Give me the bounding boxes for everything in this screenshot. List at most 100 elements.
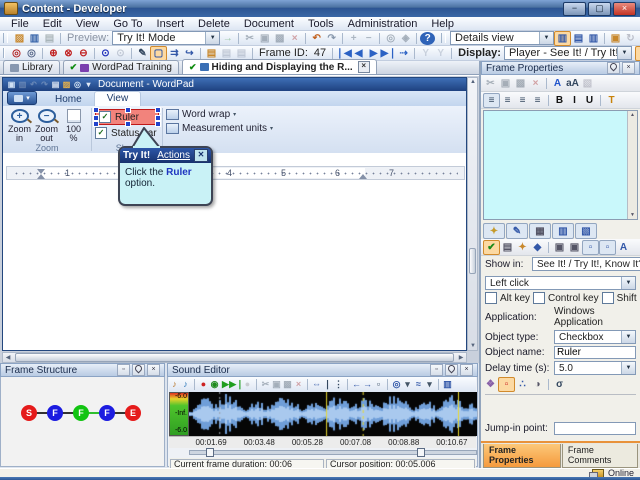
- zoom-100-button[interactable]: 100 %: [60, 108, 87, 143]
- bubble-size1-icon[interactable]: ▫: [582, 239, 599, 255]
- click-type-combo[interactable]: Left click ▼: [485, 276, 636, 290]
- close-icon[interactable]: ×: [147, 364, 160, 376]
- go-start-icon[interactable]: ←: [351, 378, 362, 391]
- checkbox-box[interactable]: [533, 292, 546, 304]
- menu-item-insert[interactable]: Insert: [150, 18, 192, 30]
- menu-item-help[interactable]: Help: [424, 18, 461, 30]
- redo-icon[interactable]: ↷: [324, 32, 339, 45]
- word-wrap-button[interactable]: Word wrap ▾: [166, 109, 273, 120]
- bubble-style-icon[interactable]: ❖: [483, 378, 498, 391]
- checkbox-box[interactable]: [485, 292, 497, 304]
- edit-bubble-icon[interactable]: ✔: [483, 239, 500, 255]
- callout-close-icon[interactable]: ✕: [194, 149, 208, 162]
- insert-frame-icon[interactable]: ⊕: [46, 47, 61, 60]
- shift-key-checkbox[interactable]: Shift key: [601, 292, 640, 304]
- fill-tool-icon[interactable]: ◆: [530, 241, 545, 254]
- bottom-tab-frame-comments[interactable]: Frame Comments: [561, 444, 638, 468]
- content-tab-wordpad-training[interactable]: ✔ WordPad Training: [62, 60, 179, 74]
- details-view-icon[interactable]: ▥: [554, 30, 571, 46]
- preview-mode-combo[interactable]: Try It! Mode ▼: [112, 31, 221, 45]
- scrollbar-thumb[interactable]: [469, 248, 476, 274]
- align-right-icon[interactable]: ≡: [515, 94, 530, 107]
- wp-find-icon[interactable]: ◎: [72, 79, 83, 90]
- frame-node-f-2[interactable]: F: [73, 405, 89, 421]
- delete-frame-icon[interactable]: ⊗: [61, 47, 76, 60]
- timer-icon[interactable]: ◑: [530, 378, 545, 391]
- show-in-combo[interactable]: See It! / Try It!, Know It?, Do It! ▼: [532, 257, 640, 271]
- bubble-font-icon[interactable]: A: [616, 241, 631, 254]
- wp-qat-caret-icon[interactable]: ▾: [83, 79, 94, 90]
- close-icon[interactable]: ×: [622, 62, 635, 74]
- menu-item-document[interactable]: Document: [237, 18, 301, 30]
- right-indent-marker[interactable]: [359, 174, 367, 179]
- wp-view-icon[interactable]: ▨: [61, 79, 72, 90]
- thumbnails-view-icon[interactable]: ▥: [586, 32, 601, 45]
- font-size-icon[interactable]: aA: [565, 77, 580, 90]
- delay-time-combo[interactable]: 5.0 ▼: [554, 361, 636, 375]
- action-area-icon[interactable]: ▫: [498, 376, 515, 392]
- copy-bubble-icon[interactable]: ▣: [552, 241, 567, 254]
- play-actions-icon[interactable]: ⇢: [396, 47, 411, 60]
- combo-arrow-icon[interactable]: ▼: [621, 277, 635, 289]
- close-icon[interactable]: ×: [460, 364, 473, 376]
- combo-arrow-icon[interactable]: ▼: [621, 331, 635, 343]
- hand-tool-icon[interactable]: ✦: [515, 241, 530, 254]
- jump-out-tool-icon[interactable]: ↪: [182, 47, 197, 60]
- edit-tab-icon[interactable]: ✎: [506, 223, 528, 239]
- hanging-indent-marker[interactable]: [37, 174, 45, 179]
- object-name-input[interactable]: [554, 346, 636, 359]
- align-left-icon[interactable]: ≡: [483, 92, 500, 108]
- marker-lines-icon[interactable]: ⋮: [333, 378, 344, 391]
- slider-handle[interactable]: [206, 448, 215, 457]
- insert-path-icon[interactable]: ⊙: [98, 47, 113, 60]
- frame-marker-icon[interactable]: ❘: [322, 378, 333, 391]
- zoom-sound-icon[interactable]: ◎: [391, 378, 402, 391]
- bubble-list-icon[interactable]: ▤: [500, 241, 515, 254]
- frame-node-f-3[interactable]: F: [99, 405, 115, 421]
- wp-print-icon[interactable]: ▤: [50, 79, 61, 90]
- undo-icon[interactable]: ↶: [309, 32, 324, 45]
- bold-icon[interactable]: B: [552, 94, 567, 107]
- save-icon[interactable]: ▥: [27, 32, 42, 45]
- play-selection-icon[interactable]: ▶❘: [229, 378, 243, 391]
- menu-item-delete[interactable]: Delete: [191, 18, 237, 30]
- combo-arrow-icon[interactable]: ▼: [621, 362, 635, 374]
- first-frame-icon[interactable]: ❘◀: [336, 47, 352, 60]
- jump-in-point-input[interactable]: [554, 422, 636, 435]
- object-type-combo[interactable]: Checkbox ▼: [554, 330, 636, 344]
- menu-item-view[interactable]: View: [69, 18, 107, 30]
- pin-icon[interactable]: [607, 61, 620, 74]
- bubble-text-area[interactable]: ▲ ▼: [483, 110, 638, 220]
- screen-tab-icon[interactable]: ▥: [552, 223, 574, 239]
- callout-actions-link[interactable]: Actions: [157, 150, 190, 161]
- align-center-icon[interactable]: ≡: [500, 94, 515, 107]
- slider-handle[interactable]: [416, 448, 425, 457]
- template-text-icon[interactable]: T: [604, 94, 619, 107]
- jump-in-tool-icon[interactable]: ⇉: [167, 47, 182, 60]
- menu-item-edit[interactable]: Edit: [36, 18, 69, 30]
- select-all-sound-icon[interactable]: ⇔: [311, 378, 322, 391]
- content-tab-hiding-and-displaying-the-r[interactable]: ✔ Hiding and Displaying the R... ×: [181, 59, 377, 74]
- menu-item-tools[interactable]: Tools: [301, 18, 341, 30]
- tab-view[interactable]: View: [93, 91, 142, 106]
- measurement-units-button[interactable]: Measurement units ▾: [166, 123, 273, 134]
- record-topic-icon[interactable]: ◎: [9, 47, 24, 60]
- underline-icon[interactable]: U: [582, 94, 597, 107]
- record-mic-icon[interactable]: ◉: [209, 378, 220, 391]
- alt-key-checkbox[interactable]: Alt key: [485, 292, 530, 304]
- waveform-display[interactable]: [189, 392, 477, 436]
- volume-caret-icon[interactable]: ▾: [424, 378, 435, 391]
- edit-screenshot-icon[interactable]: ✎: [135, 47, 150, 60]
- next-frame-icon[interactable]: ▶: [366, 47, 381, 60]
- last-frame-icon[interactable]: ▶❘: [381, 47, 397, 60]
- menu-item-file[interactable]: File: [4, 18, 36, 30]
- trim-sound-icon[interactable]: ▫: [373, 378, 384, 391]
- display-mode-combo[interactable]: Player - See It! / Try It! ▼: [503, 46, 632, 60]
- font-color-icon[interactable]: A: [550, 77, 565, 90]
- replace-frame-icon[interactable]: ⊖: [76, 47, 91, 60]
- pin-icon[interactable]: [445, 363, 458, 376]
- stage-vertical-scrollbar[interactable]: ▲ ▼: [467, 77, 478, 351]
- minimize-button[interactable]: −: [563, 1, 586, 16]
- frame-node-f-1[interactable]: F: [47, 405, 63, 421]
- previous-frame-icon[interactable]: ◀: [351, 47, 366, 60]
